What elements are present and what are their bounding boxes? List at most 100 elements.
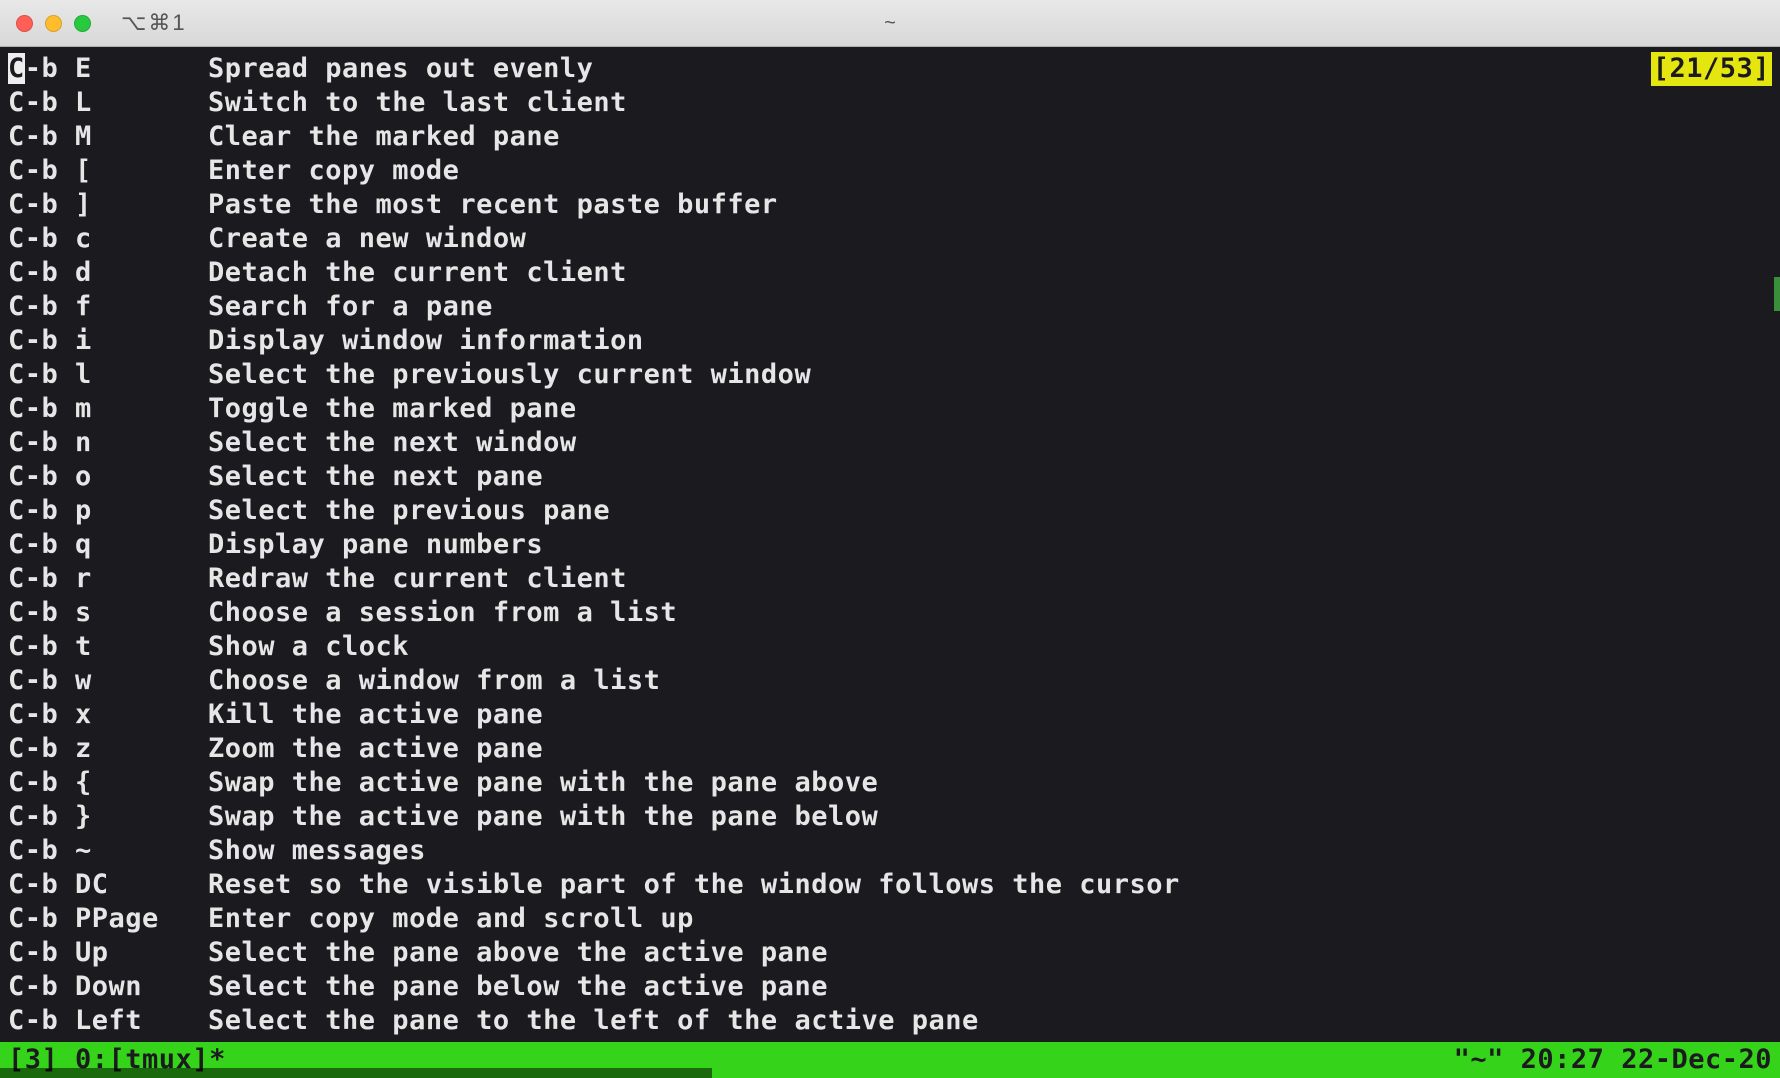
tmux-status-bar: [3] 0:[tmux]* "~" 20:27 22-Dec-20: [0, 1042, 1780, 1078]
keybinding-row: C-b MClear the marked pane: [8, 120, 1780, 154]
window-title-left: ⌥⌘1: [121, 10, 187, 36]
keybinding-key: C-b [: [8, 154, 208, 188]
keybinding-desc: Detach the current client: [208, 256, 627, 290]
keybinding-row: C-b ESpread panes out evenly: [8, 52, 1780, 86]
keybinding-row: C-b [Enter copy mode: [8, 154, 1780, 188]
keybinding-key: C-b z: [8, 732, 208, 766]
keybinding-key: C-b d: [8, 256, 208, 290]
keybinding-desc: Choose a session from a list: [208, 596, 677, 630]
keybinding-row: C-b ]Paste the most recent paste buffer: [8, 188, 1780, 222]
keybinding-row: C-b lSelect the previously current windo…: [8, 358, 1780, 392]
keybinding-row: C-b wChoose a window from a list: [8, 664, 1780, 698]
keybinding-row: C-b mToggle the marked pane: [8, 392, 1780, 426]
keybinding-key: C-b i: [8, 324, 208, 358]
keybinding-key: C-b p: [8, 494, 208, 528]
keybinding-key: C-b t: [8, 630, 208, 664]
keybinding-key: C-b w: [8, 664, 208, 698]
scrollbar-indicator: [1774, 277, 1780, 311]
keybinding-desc: Switch to the last client: [208, 86, 627, 120]
keybinding-desc: Clear the marked pane: [208, 120, 560, 154]
keybinding-desc: Paste the most recent paste buffer: [208, 188, 778, 222]
keybinding-row: C-b dDetach the current client: [8, 256, 1780, 290]
keybinding-desc: Select the next window: [208, 426, 577, 460]
keybinding-desc: Enter copy mode: [208, 154, 459, 188]
scroll-indicator: [21/53]: [1651, 52, 1772, 86]
keybinding-key: C-b n: [8, 426, 208, 460]
keybinding-row: C-b sChoose a session from a list: [8, 596, 1780, 630]
keybinding-key: C-b q: [8, 528, 208, 562]
zoom-icon[interactable]: [74, 15, 91, 32]
keybinding-desc: Search for a pane: [208, 290, 493, 324]
keybinding-key: C-b L: [8, 86, 208, 120]
keybinding-desc: Select the next pane: [208, 460, 543, 494]
keybinding-row: C-b }Swap the active pane with the pane …: [8, 800, 1780, 834]
keybinding-row: C-b xKill the active pane: [8, 698, 1780, 732]
keybinding-key: C-b }: [8, 800, 208, 834]
keybinding-key: C-b ~: [8, 834, 208, 868]
keybinding-desc: Redraw the current client: [208, 562, 627, 596]
keybinding-key: C-b Up: [8, 936, 208, 970]
keybinding-row: C-b iDisplay window information: [8, 324, 1780, 358]
keybinding-row: C-b UpSelect the pane above the active p…: [8, 936, 1780, 970]
window-title-center: ~: [884, 12, 896, 35]
keybinding-desc: Enter copy mode and scroll up: [208, 902, 694, 936]
keybinding-list: C-b ESpread panes out evenlyC-b LSwitch …: [8, 52, 1780, 1038]
keybinding-row: C-b zZoom the active pane: [8, 732, 1780, 766]
keybinding-desc: Swap the active pane with the pane above: [208, 766, 878, 800]
keybinding-key: C-b Down: [8, 970, 208, 1004]
keybinding-key: C-b f: [8, 290, 208, 324]
keybinding-row: C-b DCReset so the visible part of the w…: [8, 868, 1780, 902]
keybinding-row: C-b pSelect the previous pane: [8, 494, 1780, 528]
keybinding-desc: Select the previous pane: [208, 494, 610, 528]
keybinding-desc: Reset so the visible part of the window …: [208, 868, 1180, 902]
keybinding-desc: Toggle the marked pane: [208, 392, 577, 426]
keybinding-key: C-b x: [8, 698, 208, 732]
keybinding-desc: Select the pane above the active pane: [208, 936, 828, 970]
keybinding-row: C-b cCreate a new window: [8, 222, 1780, 256]
keybinding-key: C-b l: [8, 358, 208, 392]
keybinding-row: C-b rRedraw the current client: [8, 562, 1780, 596]
keybinding-desc: Display pane numbers: [208, 528, 543, 562]
keybinding-key: C-b o: [8, 460, 208, 494]
keybinding-row: C-b nSelect the next window: [8, 426, 1780, 460]
keybinding-key: C-b E: [8, 52, 208, 86]
keybinding-row: C-b PPageEnter copy mode and scroll up: [8, 902, 1780, 936]
terminal-pane[interactable]: [21/53] C-b ESpread panes out evenlyC-b …: [0, 47, 1780, 1078]
keybinding-desc: Show a clock: [208, 630, 409, 664]
close-icon[interactable]: [16, 15, 33, 32]
minimize-icon[interactable]: [45, 15, 62, 32]
keybinding-desc: Select the previously current window: [208, 358, 811, 392]
keybinding-desc: Display window information: [208, 324, 644, 358]
keybinding-key: C-b PPage: [8, 902, 208, 936]
keybinding-desc: Select the pane to the left of the activ…: [208, 1004, 979, 1038]
keybinding-row: C-b tShow a clock: [8, 630, 1780, 664]
status-right: "~" 20:27 22-Dec-20: [1454, 1043, 1772, 1077]
keybinding-row: C-b {Swap the active pane with the pane …: [8, 766, 1780, 800]
keybinding-row: C-b DownSelect the pane below the active…: [8, 970, 1780, 1004]
keybinding-desc: Select the pane below the active pane: [208, 970, 828, 1004]
keybinding-row: C-b oSelect the next pane: [8, 460, 1780, 494]
keybinding-row: C-b LSwitch to the last client: [8, 86, 1780, 120]
keybinding-desc: Show messages: [208, 834, 426, 868]
keybinding-key: C-b Left: [8, 1004, 208, 1038]
keybinding-row: C-b fSearch for a pane: [8, 290, 1780, 324]
keybinding-row: C-b qDisplay pane numbers: [8, 528, 1780, 562]
keybinding-key: C-b {: [8, 766, 208, 800]
keybinding-desc: Swap the active pane with the pane below: [208, 800, 878, 834]
window-titlebar: ⌥⌘1 ~: [0, 0, 1780, 47]
keybinding-desc: Create a new window: [208, 222, 526, 256]
keybinding-desc: Kill the active pane: [208, 698, 543, 732]
status-left: [3] 0:[tmux]*: [8, 1043, 226, 1077]
keybinding-key: C-b DC: [8, 868, 208, 902]
keybinding-desc: Zoom the active pane: [208, 732, 543, 766]
keybinding-key: C-b ]: [8, 188, 208, 222]
keybinding-desc: Spread panes out evenly: [208, 52, 593, 86]
keybinding-desc: Choose a window from a list: [208, 664, 660, 698]
keybinding-key: C-b s: [8, 596, 208, 630]
traffic-lights: [16, 15, 91, 32]
keybinding-row: C-b ~Show messages: [8, 834, 1780, 868]
keybinding-key: C-b r: [8, 562, 208, 596]
keybinding-key: C-b c: [8, 222, 208, 256]
keybinding-key: C-b M: [8, 120, 208, 154]
keybinding-row: C-b LeftSelect the pane to the left of t…: [8, 1004, 1780, 1038]
